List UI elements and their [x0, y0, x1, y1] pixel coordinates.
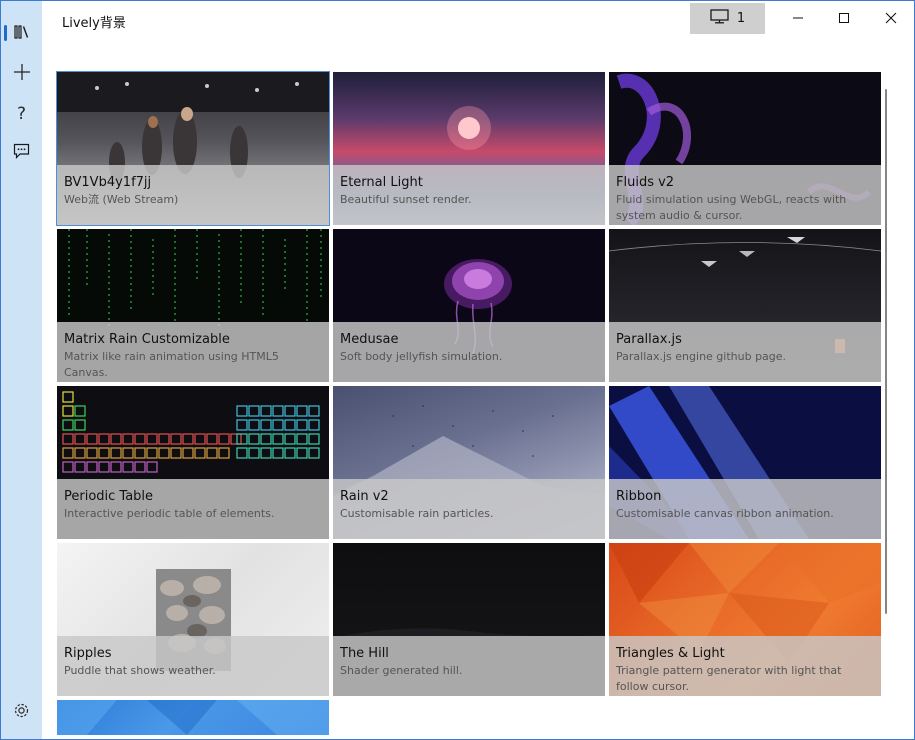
wallpaper-caption: Parallax.js Parallax.js engine github pa… — [609, 322, 881, 382]
scrollbar[interactable] — [885, 89, 887, 614]
wallpaper-caption: Eternal Light Beautiful sunset render. — [333, 165, 605, 225]
wallpaper-desc: Customisable rain particles. — [340, 507, 494, 520]
library-icon — [13, 24, 30, 43]
minimize-button[interactable] — [775, 1, 821, 35]
wallpaper-title: BV1Vb4y1f7jj — [64, 175, 152, 190]
wallpaper-tile[interactable]: Ribbon Customisable canvas ribbon animat… — [609, 386, 881, 539]
wallpaper-tile[interactable]: The Hill Shader generated hill. — [333, 543, 605, 696]
wallpaper-caption: Fluids v2 Fluid simulation using WebGL, … — [609, 165, 881, 225]
maximize-icon — [838, 9, 850, 28]
monitor-select-button[interactable]: 1 — [690, 3, 765, 34]
wallpaper-title: Parallax.js — [616, 332, 682, 347]
wallpaper-tile[interactable]: Ripples Puddle that shows weather. — [57, 543, 329, 696]
sidebar-item-add[interactable] — [1, 56, 42, 92]
wallpaper-title: Periodic Table — [64, 489, 154, 504]
wallpaper-tile[interactable]: Parallax.js Parallax.js engine github pa… — [609, 229, 881, 382]
gear-icon — [13, 702, 30, 723]
sidebar: ? — [1, 1, 42, 739]
settings-button[interactable] — [1, 694, 42, 730]
wallpaper-caption: Triangles & Light Triangle pattern gener… — [609, 636, 881, 696]
sidebar-item-library[interactable] — [1, 15, 42, 51]
wallpaper-title: Rain v2 — [340, 489, 389, 504]
wallpaper-tile[interactable]: Triangles & Light Triangle pattern gener… — [609, 543, 881, 696]
wallpaper-tile[interactable] — [57, 700, 329, 735]
wallpaper-title: Triangles & Light — [616, 646, 725, 661]
monitor-icon — [710, 9, 729, 28]
plus-icon — [13, 63, 31, 85]
close-icon — [885, 9, 897, 28]
wallpaper-desc: Matrix like rain animation using HTML5 C… — [64, 350, 279, 379]
wallpaper-desc: Parallax.js engine github page. — [616, 350, 787, 363]
close-button[interactable] — [868, 1, 914, 35]
wallpaper-tile[interactable]: Medusae Soft body jellyfish simulation. — [333, 229, 605, 382]
help-icon: ? — [16, 104, 27, 124]
wallpaper-desc: Fluid simulation using WebGL, reacts wit… — [616, 193, 847, 222]
wallpaper-title: Ripples — [64, 646, 112, 661]
wallpaper-desc: Interactive periodic table of elements. — [64, 507, 275, 520]
title-bar: Lively背景 1 — [42, 1, 914, 37]
wallpaper-title: Eternal Light — [340, 175, 423, 190]
wallpaper-desc: Puddle that shows weather. — [64, 664, 216, 677]
wallpaper-desc: Beautiful sunset render. — [340, 193, 472, 206]
wallpaper-desc: Shader generated hill. — [340, 664, 463, 677]
wallpaper-tile[interactable]: Rain v2 Customisable rain particles. — [333, 386, 605, 539]
wallpaper-caption: Periodic Table Interactive periodic tabl… — [57, 479, 329, 539]
wallpaper-title: The Hill — [340, 646, 389, 661]
wallpaper-tile[interactable]: Fluids v2 Fluid simulation using WebGL, … — [609, 72, 881, 225]
wallpaper-preview — [57, 700, 329, 735]
wallpaper-caption: Medusae Soft body jellyfish simulation. — [333, 322, 605, 382]
minimize-icon — [792, 9, 804, 28]
feedback-icon — [13, 143, 30, 163]
wallpaper-caption: BV1Vb4y1f7jj Web流 (Web Stream) — [57, 165, 329, 225]
wallpaper-desc: Customisable canvas ribbon animation. — [616, 507, 834, 520]
wallpaper-caption: Rain v2 Customisable rain particles. — [333, 479, 605, 539]
monitor-count: 1 — [736, 11, 746, 26]
wallpaper-caption: Ribbon Customisable canvas ribbon animat… — [609, 479, 881, 539]
wallpaper-tile[interactable]: Matrix Rain Customizable Matrix like rai… — [57, 229, 329, 382]
wallpaper-title: Fluids v2 — [616, 175, 675, 190]
wallpaper-tile[interactable]: Eternal Light Beautiful sunset render. — [333, 72, 605, 225]
maximize-button[interactable] — [821, 1, 867, 35]
sidebar-item-help[interactable]: ? — [1, 96, 42, 132]
wallpaper-caption: The Hill Shader generated hill. — [333, 636, 605, 696]
app-window: ? Lively背景 1 BV1Vb4y1f7jj Web流 (Web Stre… — [0, 0, 915, 740]
wallpaper-tile[interactable]: Periodic Table Interactive periodic tabl… — [57, 386, 329, 539]
app-title: Lively背景 — [62, 16, 126, 31]
wallpaper-title: Matrix Rain Customizable — [64, 332, 230, 347]
wallpaper-caption: Matrix Rain Customizable Matrix like rai… — [57, 322, 329, 382]
wallpaper-title: Medusae — [340, 332, 399, 347]
sidebar-item-feedback[interactable] — [1, 135, 42, 171]
wallpaper-title: Ribbon — [616, 489, 662, 504]
wallpaper-caption: Ripples Puddle that shows weather. — [57, 636, 329, 696]
wallpaper-desc: Web流 (Web Stream) — [64, 193, 179, 206]
wallpaper-desc: Soft body jellyfish simulation. — [340, 350, 503, 363]
wallpaper-desc: Triangle pattern generator with light th… — [616, 664, 842, 693]
wallpaper-tile[interactable]: BV1Vb4y1f7jj Web流 (Web Stream) — [56, 71, 330, 226]
